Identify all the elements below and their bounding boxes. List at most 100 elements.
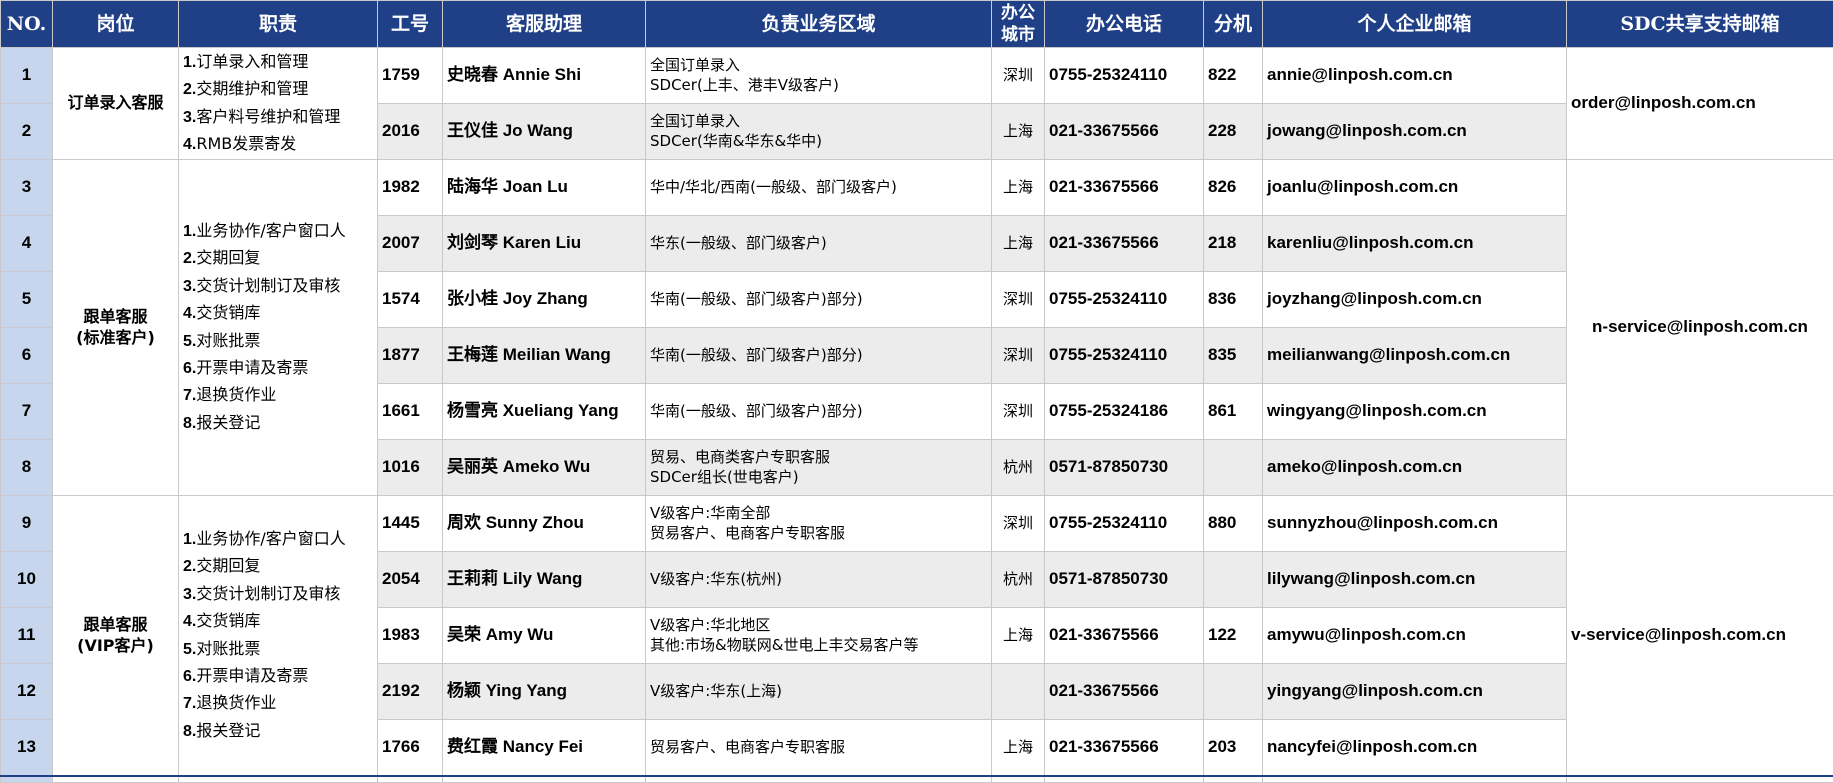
row-number-cell[interactable]: 9 [1,496,53,552]
area-cell[interactable]: 全国订单录入SDCer(华南&华东&华中) [646,104,992,160]
row-number-cell[interactable]: 1 [1,48,53,104]
header-position[interactable]: 岗位 [53,1,179,48]
email-cell[interactable]: karenliu@linposh.com.cn [1263,216,1567,272]
email-cell[interactable]: nancyfei@linposh.com.cn [1263,720,1567,777]
area-cell[interactable]: 华南(一般级、部门级客户)部分) [646,328,992,384]
position-cell[interactable]: 跟单客服(标准客户) [53,160,179,496]
employee-id-cell[interactable]: 1445 [378,496,443,552]
area-cell[interactable]: V级客户:华东(杭州) [646,552,992,608]
city-cell[interactable]: 上海 [992,720,1045,777]
assistant-name-cell[interactable]: 杨颖 Ying Yang [443,664,646,720]
area-cell[interactable]: 华东(一般级、部门级客户) [646,216,992,272]
phone-cell[interactable]: 0755-25324110 [1045,272,1204,328]
employee-id-cell[interactable]: 2016 [378,104,443,160]
phone-cell[interactable]: 021-33675566 [1045,608,1204,664]
position-cell[interactable]: 跟单客服(VIP客户) [53,496,179,777]
header-email[interactable]: 个人企业邮箱 [1263,1,1567,48]
extension-cell[interactable]: 836 [1204,272,1263,328]
extension-cell[interactable]: 822 [1204,48,1263,104]
email-cell[interactable]: sunnyzhou@linposh.com.cn [1263,496,1567,552]
email-cell[interactable]: joyzhang@linposh.com.cn [1263,272,1567,328]
email-cell[interactable]: yingyang@linposh.com.cn [1263,664,1567,720]
assistant-name-cell[interactable]: 张小桂 Joy Zhang [443,272,646,328]
employee-id-cell[interactable]: 2054 [378,552,443,608]
assistant-name-cell[interactable]: 费红霞 Nancy Fei [443,720,646,777]
extension-cell[interactable]: 122 [1204,608,1263,664]
phone-cell[interactable]: 0755-25324110 [1045,48,1204,104]
email-cell[interactable]: lilywang@linposh.com.cn [1263,552,1567,608]
phone-cell[interactable]: 0571-87850730 [1045,440,1204,496]
phone-cell[interactable]: 021-33675566 [1045,664,1204,720]
phone-cell[interactable]: 0571-87850730 [1045,552,1204,608]
row-number-cell[interactable]: 12 [1,664,53,720]
city-cell[interactable]: 深圳 [992,48,1045,104]
extension-cell[interactable] [1204,664,1263,720]
city-cell[interactable]: 深圳 [992,496,1045,552]
header-sdc-email[interactable]: SDC共享支持邮箱 [1567,1,1833,48]
row-number-cell[interactable]: 6 [1,328,53,384]
row-number-cell[interactable]: 2 [1,104,53,160]
sdc-email-cell[interactable]: v-service@linposh.com.cn [1567,496,1833,777]
row-number-cell[interactable]: 11 [1,608,53,664]
assistant-name-cell[interactable]: 吴丽英 Ameko Wu [443,440,646,496]
phone-cell[interactable]: 0755-25324110 [1045,328,1204,384]
email-cell[interactable]: ameko@linposh.com.cn [1263,440,1567,496]
row-number-cell[interactable]: 7 [1,384,53,440]
area-cell[interactable]: 华南(一般级、部门级客户)部分) [646,272,992,328]
employee-id-cell[interactable]: 2007 [378,216,443,272]
email-cell[interactable]: joanlu@linposh.com.cn [1263,160,1567,216]
employee-id-cell[interactable]: 1983 [378,608,443,664]
row-number-cell[interactable]: 13 [1,720,53,777]
assistant-name-cell[interactable]: 周欢 Sunny Zhou [443,496,646,552]
employee-id-cell[interactable]: 2192 [378,664,443,720]
city-cell[interactable]: 深圳 [992,272,1045,328]
assistant-name-cell[interactable]: 王仪佳 Jo Wang [443,104,646,160]
email-cell[interactable]: annie@linposh.com.cn [1263,48,1567,104]
area-cell[interactable]: 全国订单录入SDCer(上丰、港丰V级客户) [646,48,992,104]
city-cell[interactable] [992,664,1045,720]
row-number-cell[interactable]: 5 [1,272,53,328]
duty-cell[interactable]: 1.业务协作/客户窗口人2.交期回复3.交货计划制订及审核4.交货销库5.对账批… [179,160,378,496]
header-phone[interactable]: 办公电话 [1045,1,1204,48]
area-cell[interactable]: V级客户:华东(上海) [646,664,992,720]
header-ext[interactable]: 分机 [1204,1,1263,48]
employee-id-cell[interactable]: 1877 [378,328,443,384]
phone-cell[interactable]: 021-33675566 [1045,216,1204,272]
extension-cell[interactable] [1204,440,1263,496]
duty-cell[interactable]: 1.订单录入和管理2.交期维护和管理3.客户料号维护和管理4.RMB发票寄发 [179,48,378,160]
phone-cell[interactable]: 021-33675566 [1045,160,1204,216]
city-cell[interactable]: 深圳 [992,328,1045,384]
duty-cell[interactable]: 1.业务协作/客户窗口人2.交期回复3.交货计划制订及审核4.交货销库5.对账批… [179,496,378,777]
header-assistant[interactable]: 客服助理 [443,1,646,48]
sdc-email-cell[interactable]: order@linposh.com.cn [1567,48,1833,160]
header-city[interactable]: 办公 城市 [992,1,1045,48]
phone-cell[interactable]: 021-33675566 [1045,720,1204,777]
assistant-name-cell[interactable]: 王梅莲 Meilian Wang [443,328,646,384]
phone-cell[interactable]: 0755-25324110 [1045,496,1204,552]
employee-id-cell[interactable]: 1574 [378,272,443,328]
email-cell[interactable]: meilianwang@linposh.com.cn [1263,328,1567,384]
extension-cell[interactable]: 826 [1204,160,1263,216]
area-cell[interactable]: V级客户:华南全部贸易客户、电商客户专职客服 [646,496,992,552]
email-cell[interactable]: wingyang@linposh.com.cn [1263,384,1567,440]
area-cell[interactable]: 贸易、电商类客户专职客服SDCer组长(世电客户) [646,440,992,496]
area-cell[interactable]: 贸易客户、电商客户专职客服 [646,720,992,777]
header-area[interactable]: 负责业务区域 [646,1,992,48]
city-cell[interactable]: 深圳 [992,384,1045,440]
assistant-name-cell[interactable]: 杨雪亮 Xueliang Yang [443,384,646,440]
header-emp-id[interactable]: 工号 [378,1,443,48]
assistant-name-cell[interactable]: 陆海华 Joan Lu [443,160,646,216]
assistant-name-cell[interactable]: 王莉莉 Lily Wang [443,552,646,608]
position-cell[interactable]: 订单录入客服 [53,48,179,160]
city-cell[interactable]: 上海 [992,608,1045,664]
employee-id-cell[interactable]: 1982 [378,160,443,216]
extension-cell[interactable]: 228 [1204,104,1263,160]
phone-cell[interactable]: 0755-25324186 [1045,384,1204,440]
extension-cell[interactable]: 203 [1204,720,1263,777]
row-number-cell[interactable]: 4 [1,216,53,272]
assistant-name-cell[interactable]: 刘剑琴 Karen Liu [443,216,646,272]
city-cell[interactable]: 杭州 [992,552,1045,608]
email-cell[interactable]: amywu@linposh.com.cn [1263,608,1567,664]
employee-id-cell[interactable]: 1766 [378,720,443,777]
extension-cell[interactable] [1204,552,1263,608]
